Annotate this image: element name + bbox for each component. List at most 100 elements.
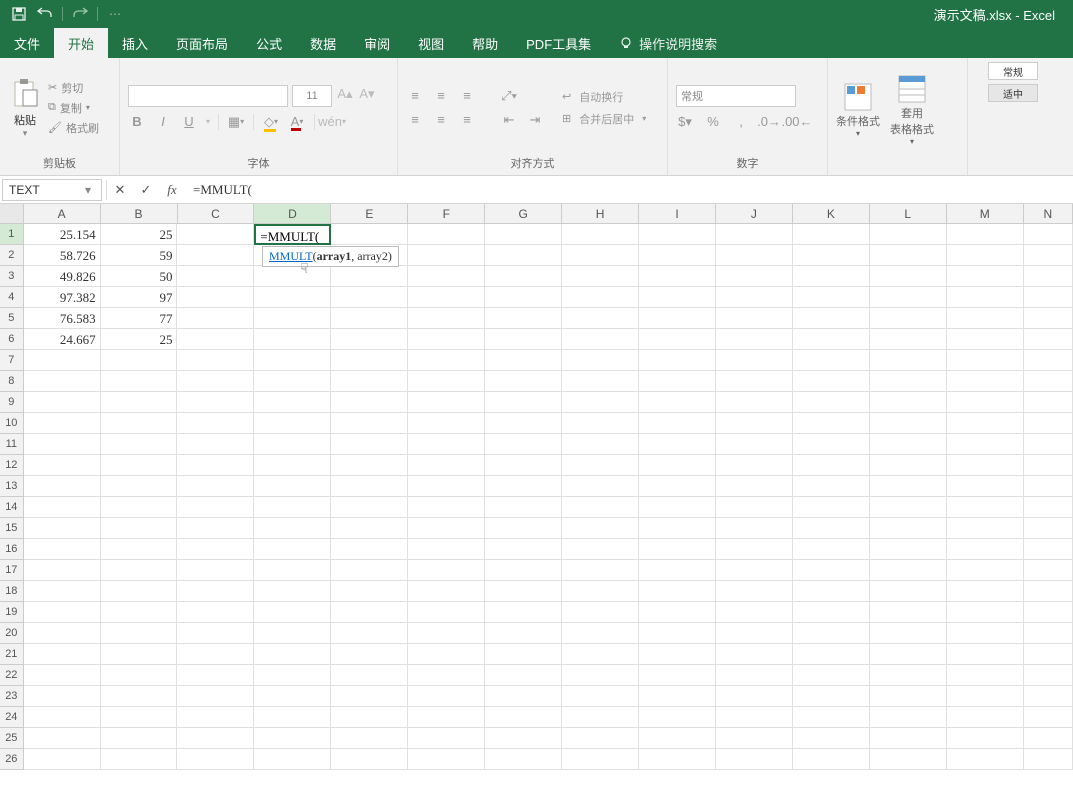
cell-J18[interactable] <box>716 581 793 602</box>
cell-B11[interactable] <box>101 434 178 455</box>
redo-icon[interactable] <box>71 5 89 23</box>
comma-icon[interactable]: , <box>732 113 750 131</box>
tell-me-search[interactable]: 操作说明搜索 <box>605 34 731 53</box>
cell-A25[interactable] <box>24 728 101 749</box>
cell-I24[interactable] <box>639 707 716 728</box>
cell-J2[interactable] <box>716 245 793 266</box>
currency-icon[interactable]: $▾ <box>676 113 694 131</box>
cell-G4[interactable] <box>485 287 562 308</box>
cell-F26[interactable] <box>408 749 485 770</box>
cell-N23[interactable] <box>1024 686 1073 707</box>
cell-I19[interactable] <box>639 602 716 623</box>
cell-N7[interactable] <box>1024 350 1073 371</box>
menu-page-layout[interactable]: 页面布局 <box>162 28 242 58</box>
spreadsheet-grid[interactable]: ABCDEFGHIJKLMN 125.15425=MMULT(258.72659… <box>0 204 1073 804</box>
cell-N13[interactable] <box>1024 476 1073 497</box>
cell-E1[interactable] <box>331 224 408 245</box>
cell-C5[interactable] <box>177 308 254 329</box>
cell-B22[interactable] <box>101 665 178 686</box>
cell-D16[interactable] <box>254 539 331 560</box>
cell-C25[interactable] <box>177 728 254 749</box>
cell-G23[interactable] <box>485 686 562 707</box>
underline-button[interactable]: U <box>180 113 198 131</box>
cell-B4[interactable]: 97 <box>101 287 178 308</box>
column-header-D[interactable]: D <box>254 204 331 223</box>
cell-I22[interactable] <box>639 665 716 686</box>
cell-A24[interactable] <box>24 707 101 728</box>
cell-G11[interactable] <box>485 434 562 455</box>
cell-A2[interactable]: 58.726 <box>24 245 101 266</box>
align-bottom-icon[interactable]: ≡ <box>458 87 476 105</box>
cell-J21[interactable] <box>716 644 793 665</box>
decrease-font-icon[interactable]: A▾ <box>358 85 376 103</box>
cell-M12[interactable] <box>947 455 1024 476</box>
cell-H17[interactable] <box>562 560 639 581</box>
column-header-M[interactable]: M <box>947 204 1024 223</box>
cell-C17[interactable] <box>177 560 254 581</box>
column-header-L[interactable]: L <box>870 204 947 223</box>
cell-C14[interactable] <box>177 497 254 518</box>
cell-B9[interactable] <box>101 392 178 413</box>
align-left-icon[interactable]: ≡ <box>406 111 424 129</box>
cell-A1[interactable]: 25.154 <box>24 224 101 245</box>
cell-I3[interactable] <box>639 266 716 287</box>
align-center-icon[interactable]: ≡ <box>432 111 450 129</box>
cell-I13[interactable] <box>639 476 716 497</box>
cell-C19[interactable] <box>177 602 254 623</box>
cell-J13[interactable] <box>716 476 793 497</box>
cell-N26[interactable] <box>1024 749 1073 770</box>
cell-style-neutral[interactable]: 适中 <box>988 84 1038 102</box>
cell-D1[interactable]: =MMULT( <box>254 224 331 245</box>
row-header-22[interactable]: 22 <box>0 665 24 686</box>
cell-L11[interactable] <box>870 434 947 455</box>
cell-J7[interactable] <box>716 350 793 371</box>
cell-N2[interactable] <box>1024 245 1073 266</box>
qat-more-icon[interactable]: ⋯ <box>106 5 124 23</box>
cell-M1[interactable] <box>947 224 1024 245</box>
cell-D24[interactable] <box>254 707 331 728</box>
cell-K10[interactable] <box>793 413 870 434</box>
cell-H6[interactable] <box>562 329 639 350</box>
cell-I4[interactable] <box>639 287 716 308</box>
cell-F18[interactable] <box>408 581 485 602</box>
cell-H9[interactable] <box>562 392 639 413</box>
cell-K2[interactable] <box>793 245 870 266</box>
cell-I5[interactable] <box>639 308 716 329</box>
row-header-9[interactable]: 9 <box>0 392 24 413</box>
cell-J15[interactable] <box>716 518 793 539</box>
cell-F11[interactable] <box>408 434 485 455</box>
cell-N17[interactable] <box>1024 560 1073 581</box>
cell-N10[interactable] <box>1024 413 1073 434</box>
cell-E16[interactable] <box>331 539 408 560</box>
cell-B2[interactable]: 59 <box>101 245 178 266</box>
row-header-20[interactable]: 20 <box>0 623 24 644</box>
cell-E10[interactable] <box>331 413 408 434</box>
cell-F6[interactable] <box>408 329 485 350</box>
cell-H20[interactable] <box>562 623 639 644</box>
cell-F8[interactable] <box>408 371 485 392</box>
cell-J17[interactable] <box>716 560 793 581</box>
cell-B1[interactable]: 25 <box>101 224 178 245</box>
cell-L2[interactable] <box>870 245 947 266</box>
cell-L6[interactable] <box>870 329 947 350</box>
cell-A14[interactable] <box>24 497 101 518</box>
menu-formulas[interactable]: 公式 <box>242 28 296 58</box>
cell-J20[interactable] <box>716 623 793 644</box>
menu-home[interactable]: 开始 <box>54 28 108 58</box>
percent-icon[interactable]: % <box>704 113 722 131</box>
fx-icon[interactable]: fx <box>159 182 185 198</box>
cell-F13[interactable] <box>408 476 485 497</box>
cell-L25[interactable] <box>870 728 947 749</box>
cell-N9[interactable] <box>1024 392 1073 413</box>
copy-button[interactable]: ⧉复制▾ <box>48 100 99 116</box>
row-header-26[interactable]: 26 <box>0 749 24 770</box>
cell-M6[interactable] <box>947 329 1024 350</box>
cell-J26[interactable] <box>716 749 793 770</box>
column-header-C[interactable]: C <box>178 204 255 223</box>
cell-L18[interactable] <box>870 581 947 602</box>
cell-L23[interactable] <box>870 686 947 707</box>
cell-K9[interactable] <box>793 392 870 413</box>
cell-A6[interactable]: 24.667 <box>24 329 101 350</box>
cell-E24[interactable] <box>331 707 408 728</box>
cell-D14[interactable] <box>254 497 331 518</box>
